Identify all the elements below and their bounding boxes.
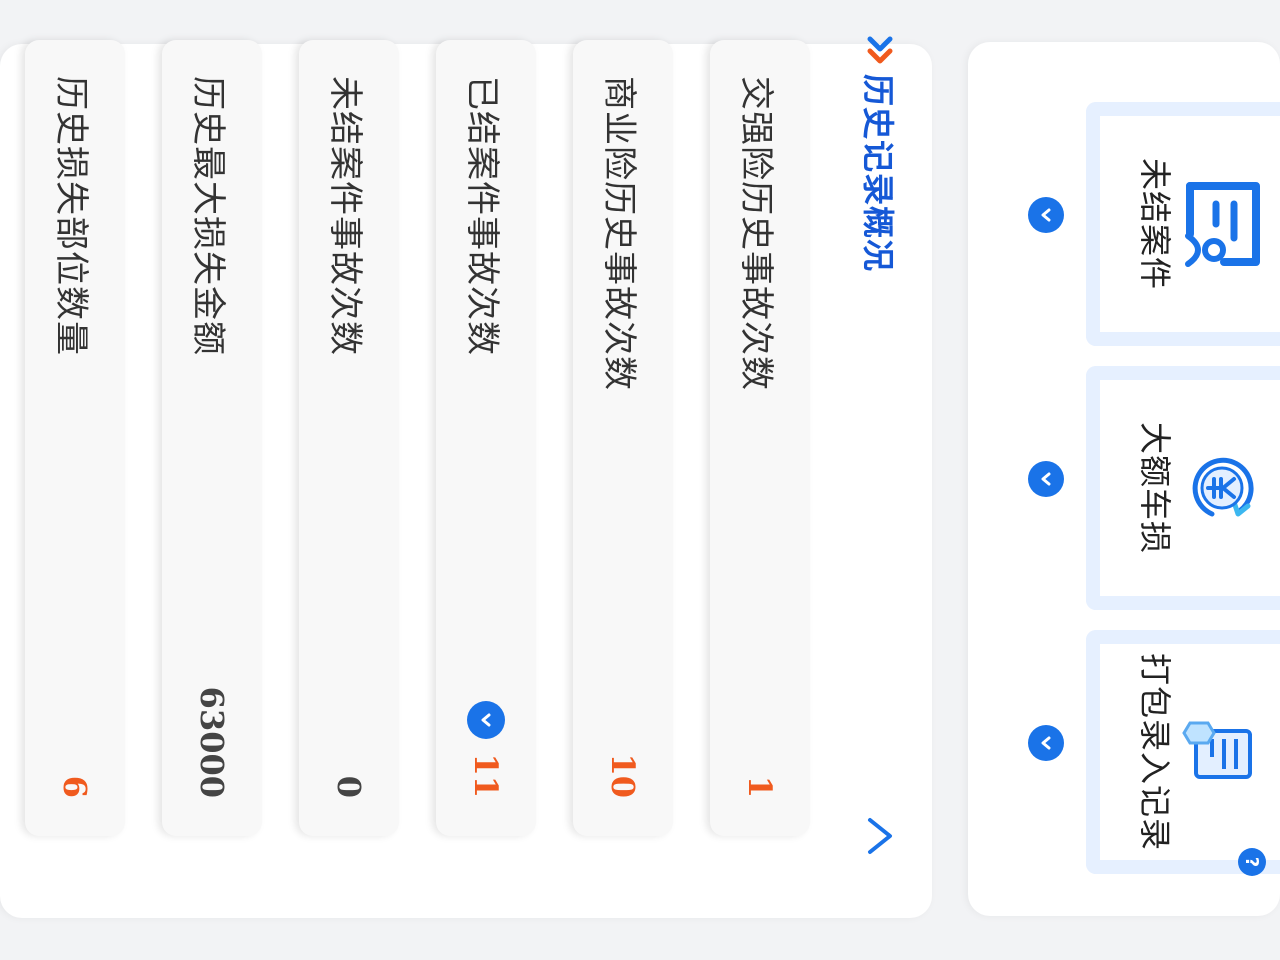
collapse-button[interactable] [860,816,898,856]
row-value: 1 [741,775,779,798]
history-row-max-loss-amount: 历史最大损失金额 63000 [162,40,262,836]
double-chevron-icon [867,36,893,70]
row-value: 10 [604,753,642,798]
row-expand-button[interactable] [467,701,505,740]
yen-refresh-icon [1192,457,1254,517]
row-value: 6 [56,775,94,798]
row-label: 历史最大损失金额 [188,76,229,356]
history-row-loss-parts-count: 历史损失部位数量 6 [25,40,125,836]
row-label: 历史损失部位数量 [51,76,92,356]
help-badge[interactable]: ? [1238,848,1266,876]
row-value: 11 [467,753,505,798]
row-label: 商业险历史事故次数 [599,76,640,391]
row-label: 已结案件事故次数 [462,76,503,356]
history-row-settled-accidents[interactable]: 已结案件事故次数 11 [436,40,536,836]
screen: 未结案件 大额车损 打包录入记录 ? 历史记录概况 交强险历史事故次数 1 商业… [0,0,1280,960]
chevron-down-icon [481,713,491,727]
package-document-icon [1182,721,1252,779]
history-section-header: 历史记录概况 [850,36,910,856]
chevron-down-icon [1041,736,1051,750]
tile-label: 打包录入记录 [1136,652,1174,851]
row-value: 63000 [193,686,231,798]
row-label: 交强险历史事故次数 [736,76,777,391]
history-row-commercial-accidents: 商业险历史事故次数 10 [573,40,673,836]
chevron-up-icon [868,818,892,854]
tile-expand-button[interactable] [1028,725,1064,761]
tile-label: 未结案件 [1136,157,1174,290]
tile-expand-button[interactable] [1028,461,1064,497]
actions-card: 未结案件 大额车损 打包录入记录 ? [968,42,1280,916]
tile-unsettled-cases[interactable]: 未结案件 [1086,102,1280,346]
row-label: 未结案件事故次数 [325,76,366,356]
tile-package-entry-records[interactable]: 打包录入记录 [1086,630,1280,874]
history-row-unsettled-accidents: 未结案件事故次数 0 [299,40,399,836]
tile-large-vehicle-loss[interactable]: 大额车损 [1086,366,1280,610]
case-user-icon [1185,182,1260,267]
row-value: 0 [330,775,368,798]
history-section-title: 历史记录概况 [859,74,897,273]
tile-expand-button[interactable] [1028,197,1064,233]
history-row-compulsory-accidents: 交强险历史事故次数 1 [710,40,810,836]
tile-label: 大额车损 [1136,421,1174,554]
chevron-down-icon [1041,208,1051,222]
chevron-down-icon [1041,472,1051,486]
